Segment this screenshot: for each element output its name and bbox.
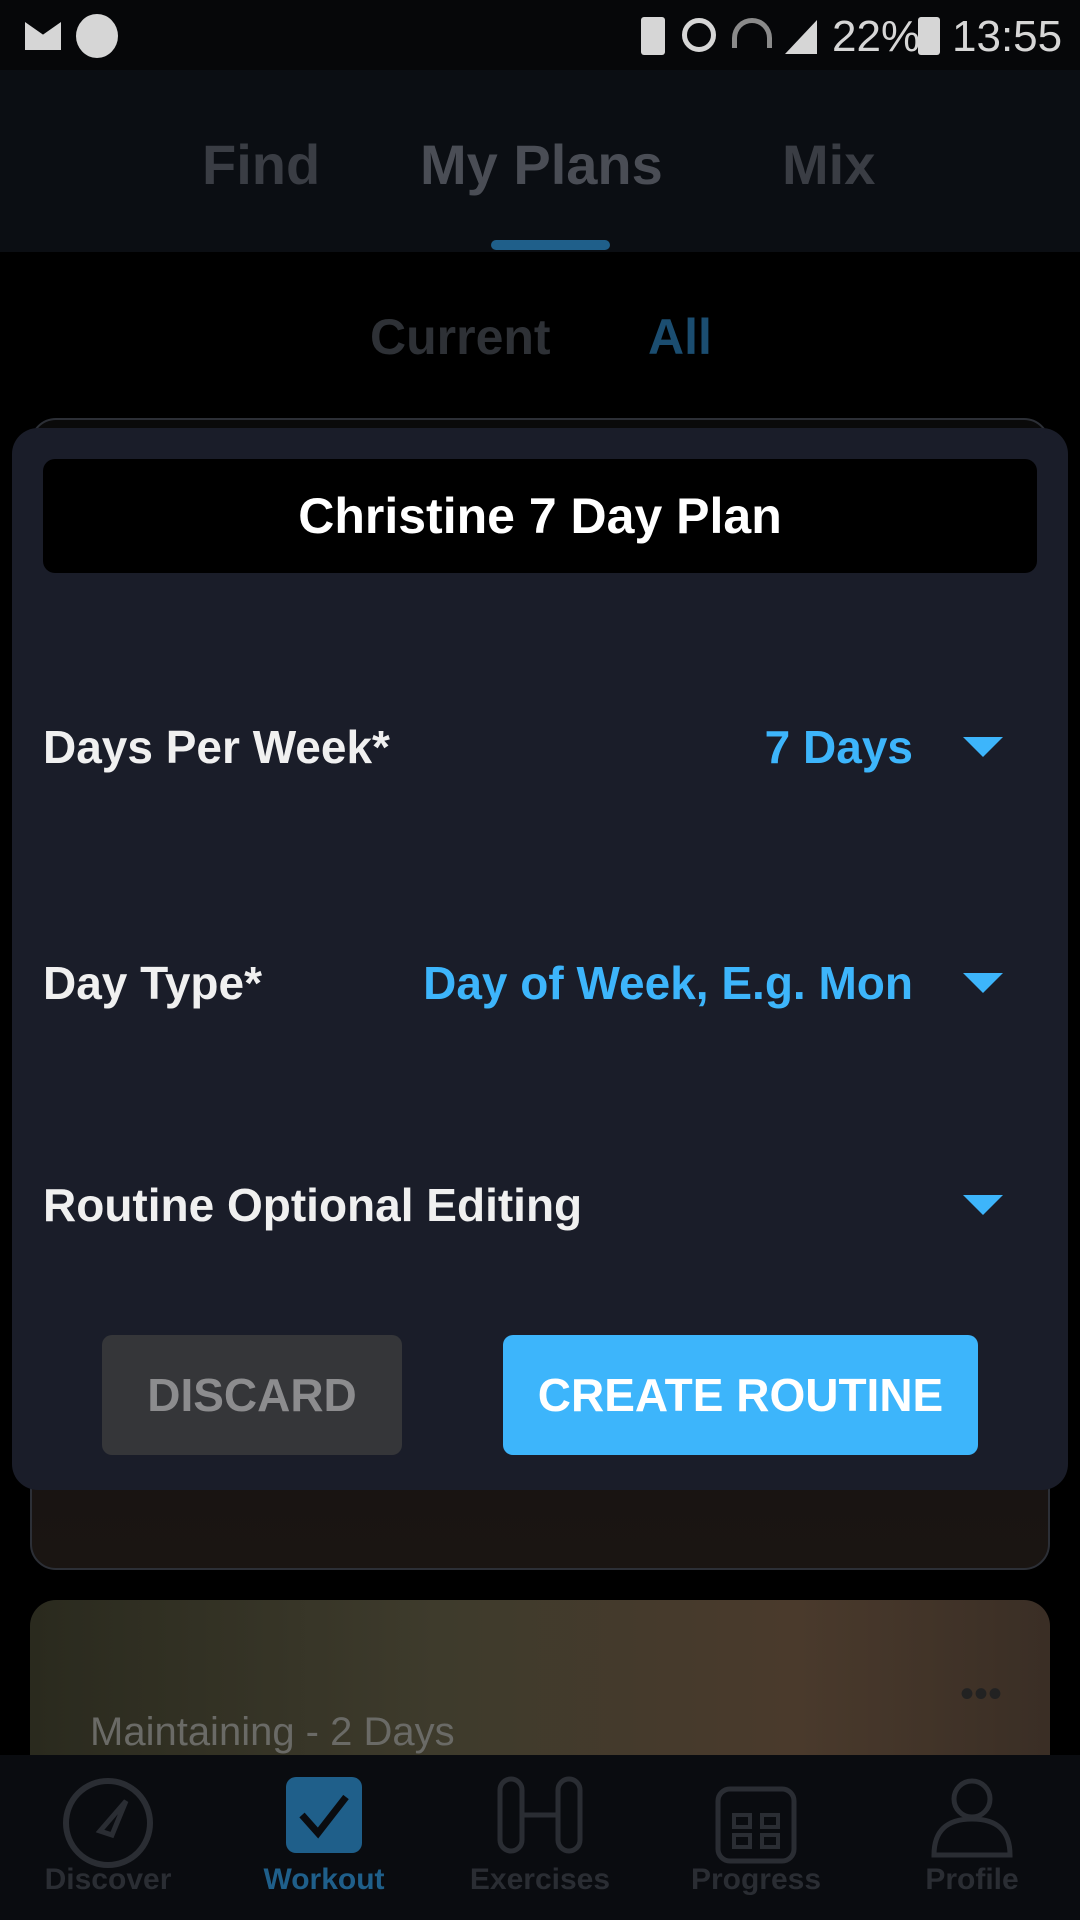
chevron-down-icon	[963, 737, 1003, 757]
bottom-nav: Discover Workout Exercises Progress Prof…	[0, 1755, 1080, 1920]
nav-label: Workout	[263, 1863, 385, 1896]
routine-editing-label: Routine Optional Editing	[43, 1179, 583, 1231]
signal-icon	[785, 20, 817, 54]
nav-profile[interactable]: Profile	[864, 1755, 1080, 1920]
calendar-icon	[715, 1786, 797, 1864]
alarm-icon	[682, 18, 716, 52]
dumbbell-icon	[497, 1776, 583, 1854]
battery-percent: 22%	[832, 12, 921, 61]
nav-progress[interactable]: Progress	[648, 1755, 864, 1920]
days-per-week-dropdown[interactable]: Days Per Week* 7 Days	[43, 712, 1003, 782]
plan-card-label: Maintaining - 2 Days	[90, 1710, 455, 1754]
nav-workout[interactable]: Workout	[216, 1755, 432, 1920]
top-tab-bar: Find My Plans Mix	[0, 70, 1080, 252]
compass-icon	[63, 1778, 153, 1868]
tab-mix[interactable]: Mix	[782, 132, 875, 197]
active-tab-indicator	[491, 240, 610, 250]
nav-discover[interactable]: Discover	[0, 1755, 216, 1920]
tab-find[interactable]: Find	[202, 132, 320, 197]
routine-editing-dropdown[interactable]: Routine Optional Editing	[43, 1170, 1003, 1240]
discard-button[interactable]: DISCARD	[102, 1335, 402, 1455]
checkbox-icon	[286, 1777, 362, 1853]
nav-exercises[interactable]: Exercises	[432, 1755, 648, 1920]
more-options-icon[interactable]: •••	[960, 1672, 1002, 1717]
nav-label: Exercises	[469, 1863, 611, 1896]
days-per-week-value: 7 Days	[764, 721, 913, 773]
nav-label: Progress	[690, 1863, 822, 1896]
subtab-current[interactable]: Current	[370, 308, 551, 366]
power-saving-icon	[76, 14, 118, 58]
chevron-down-icon	[963, 1195, 1003, 1215]
mail-icon	[25, 22, 61, 50]
battery-saver-icon	[641, 17, 665, 55]
nav-label: Profile	[925, 1863, 1019, 1896]
status-bar: 22% 13:55	[0, 0, 1080, 70]
create-routine-dialog: Christine 7 Day Plan Days Per Week* 7 Da…	[12, 428, 1068, 1490]
user-icon	[931, 1778, 1013, 1858]
nav-label: Discover	[44, 1863, 172, 1896]
wifi-icon	[732, 18, 772, 48]
chevron-down-icon	[963, 973, 1003, 993]
create-routine-button[interactable]: CREATE ROUTINE	[503, 1335, 978, 1455]
day-type-value: Day of Week, E.g. Mon	[423, 957, 913, 1009]
tab-my-plans[interactable]: My Plans	[420, 132, 663, 197]
clock: 13:55	[952, 12, 1063, 61]
subtab-all[interactable]: All	[648, 308, 712, 366]
plan-name-field[interactable]: Christine 7 Day Plan	[43, 459, 1037, 573]
battery-charging-icon	[918, 17, 940, 55]
days-per-week-label: Days Per Week*	[43, 721, 390, 773]
day-type-dropdown[interactable]: Day Type* Day of Week, E.g. Mon	[43, 948, 1003, 1018]
day-type-label: Day Type*	[43, 957, 263, 1009]
